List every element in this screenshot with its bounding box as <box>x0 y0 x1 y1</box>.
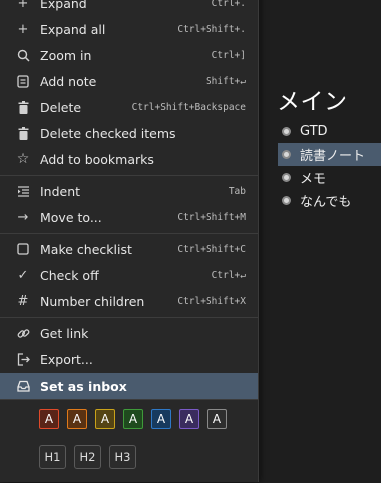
menu-item-number-children[interactable]: # Number children Ctrl+Shift+X <box>0 288 258 314</box>
menu-item-get-link[interactable]: Get link <box>0 320 258 346</box>
heading-1-button[interactable]: H1 <box>39 445 66 469</box>
context-menu: + Expand Ctrl+. + Expand all Ctrl+Shift+… <box>0 0 259 482</box>
arrow-right-icon: → <box>17 209 29 225</box>
heading-picker: H1 H2 H3 <box>39 445 136 469</box>
bullet-icon[interactable] <box>282 127 291 136</box>
list-item[interactable]: メモ <box>278 166 381 189</box>
menu-item-zoom-in[interactable]: Zoom in Ctrl+] <box>0 42 258 68</box>
inbox-icon <box>16 379 30 393</box>
heading-3-button[interactable]: H3 <box>109 445 136 469</box>
menu-item-make-checklist[interactable]: Make checklist Ctrl+Shift+C <box>0 236 258 262</box>
color-yellow-button[interactable]: A <box>95 409 115 429</box>
link-icon <box>16 326 30 340</box>
trash-icon <box>16 100 30 114</box>
plus-icon: + <box>17 21 29 37</box>
list-item-label: なんでも <box>300 195 352 210</box>
menu-item-add-note[interactable]: Add note Shift+↵ <box>0 68 258 94</box>
list-item-label: GTD <box>300 124 328 139</box>
color-red-button[interactable]: A <box>39 409 59 429</box>
heading-2-button[interactable]: H2 <box>74 445 101 469</box>
menu-item-add-bookmark[interactable]: ☆ Add to bookmarks <box>0 146 258 172</box>
menu-divider <box>0 233 258 234</box>
text-color-picker: A A A A A A A <box>39 409 227 429</box>
menu-item-check-off[interactable]: ✓ Check off Ctrl+↵ <box>0 262 258 288</box>
outline-list: GTD 読書ノート メモ なんでも <box>278 120 381 212</box>
indent-icon <box>16 184 30 198</box>
export-icon <box>16 352 30 366</box>
menu-divider <box>0 399 258 400</box>
menu-item-expand[interactable]: + Expand Ctrl+. <box>0 0 258 16</box>
star-icon: ☆ <box>16 151 30 167</box>
color-blue-button[interactable]: A <box>151 409 171 429</box>
hash-icon: # <box>17 293 29 309</box>
list-item[interactable]: なんでも <box>278 189 381 212</box>
menu-item-delete-checked[interactable]: Delete checked items <box>0 120 258 146</box>
color-gray-button[interactable]: A <box>207 409 227 429</box>
bullet-icon[interactable] <box>282 173 291 182</box>
color-green-button[interactable]: A <box>123 409 143 429</box>
list-item-label: メモ <box>300 172 327 187</box>
bullet-icon[interactable] <box>282 196 291 205</box>
menu-item-export[interactable]: Export... <box>0 346 258 372</box>
note-icon <box>16 74 30 88</box>
trash-icon <box>16 126 30 140</box>
menu-item-delete[interactable]: Delete Ctrl+Shift+Backspace <box>0 94 258 120</box>
menu-item-move-to[interactable]: → Move to... Ctrl+Shift+M <box>0 204 258 230</box>
menu-item-set-as-inbox[interactable]: Set as inbox <box>0 373 258 399</box>
document-area: メイン GTD 読書ノート メモ なんでも <box>259 0 381 483</box>
bullet-icon[interactable] <box>282 150 291 159</box>
menu-item-expand-all[interactable]: + Expand all Ctrl+Shift+. <box>0 16 258 42</box>
search-icon <box>16 48 30 62</box>
check-icon: ✓ <box>17 267 29 283</box>
menu-item-indent[interactable]: Indent Tab <box>0 178 258 204</box>
page-title: メイン <box>277 89 348 115</box>
menu-divider <box>0 175 258 176</box>
list-item-label: 読書ノート <box>300 149 366 164</box>
menu-divider <box>0 317 258 318</box>
checkbox-icon <box>16 242 30 256</box>
list-item[interactable]: GTD <box>278 120 381 143</box>
color-orange-button[interactable]: A <box>67 409 87 429</box>
plus-icon: + <box>17 0 29 11</box>
list-item[interactable]: 読書ノート <box>278 143 381 166</box>
color-purple-button[interactable]: A <box>179 409 199 429</box>
app-window: メイン GTD 読書ノート メモ なんでも + Expand Ctrl+. + … <box>0 0 381 483</box>
